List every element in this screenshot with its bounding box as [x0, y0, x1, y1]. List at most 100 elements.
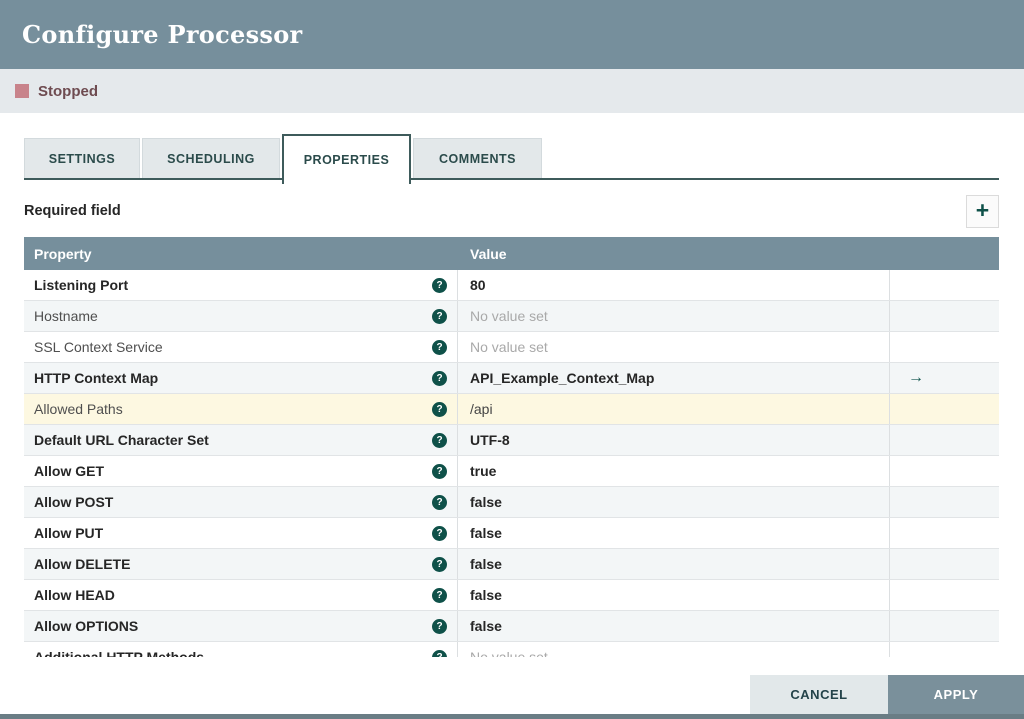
property-value[interactable]: No value set [458, 642, 890, 657]
table-row: HTTP Context Map ? API_Example_Context_M… [24, 363, 999, 394]
add-property-button[interactable]: + [966, 195, 999, 228]
dialog-content: SETTINGS SCHEDULING PROPERTIES COMMENTS … [0, 132, 1024, 657]
property-value[interactable]: UTF-8 [458, 425, 890, 455]
property-value[interactable]: false [458, 611, 890, 641]
properties-toolbar: Required field + [24, 191, 999, 231]
extra-cell [890, 549, 999, 579]
extra-cell [890, 270, 999, 300]
property-value[interactable]: true [458, 456, 890, 486]
required-field-label: Required field [24, 203, 121, 219]
table-row: Hostname ? No value set [24, 301, 999, 332]
property-value[interactable]: false [458, 549, 890, 579]
property-label: Allow POST [34, 494, 113, 510]
goto-service-icon[interactable]: → [908, 369, 924, 387]
property-column-header: Property [24, 246, 458, 262]
property-value[interactable]: No value set [458, 301, 890, 331]
extra-cell [890, 394, 999, 424]
property-label: Allow DELETE [34, 556, 130, 572]
property-label: Default URL Character Set [34, 432, 209, 448]
dialog-title: Configure Processor [22, 20, 302, 49]
property-label: Listening Port [34, 277, 128, 293]
property-cell: SSL Context Service ? [24, 332, 458, 362]
property-cell: Allowed Paths ? [24, 394, 458, 424]
table-header: Property Value [24, 237, 999, 270]
help-icon[interactable]: ? [432, 619, 447, 634]
tab-comments[interactable]: COMMENTS [413, 138, 542, 178]
properties-table: Property Value Listening Port ? 80 Hostn… [24, 237, 999, 657]
property-label: Allowed Paths [34, 401, 123, 417]
tab-comments-label: COMMENTS [439, 152, 516, 166]
extra-cell [890, 642, 999, 657]
help-icon[interactable]: ? [432, 340, 447, 355]
help-icon[interactable]: ? [432, 650, 447, 658]
extra-cell [890, 301, 999, 331]
table-row: SSL Context Service ? No value set [24, 332, 999, 363]
property-cell: Default URL Character Set ? [24, 425, 458, 455]
status-bar: Stopped [0, 69, 1024, 113]
property-cell: Listening Port ? [24, 270, 458, 300]
property-label: Hostname [34, 308, 98, 324]
help-icon[interactable]: ? [432, 278, 447, 293]
property-label: SSL Context Service [34, 339, 163, 355]
dialog-footer: CANCEL APPLY [750, 675, 1024, 714]
extra-cell [890, 518, 999, 548]
help-icon[interactable]: ? [432, 433, 447, 448]
dialog-bottom-edge [0, 714, 1024, 719]
table-row: Default URL Character Set ? UTF-8 [24, 425, 999, 456]
extra-cell [890, 332, 999, 362]
help-icon[interactable]: ? [432, 402, 447, 417]
property-value[interactable]: /api [458, 394, 890, 424]
table-row: Additional HTTP Methods ? No value set [24, 642, 999, 657]
property-value[interactable]: false [458, 518, 890, 548]
table-row: Allow PUT ? false [24, 518, 999, 549]
property-value[interactable]: false [458, 580, 890, 610]
table-row: Listening Port ? 80 [24, 270, 999, 301]
help-icon[interactable]: ? [432, 588, 447, 603]
table-row: Allow OPTIONS ? false [24, 611, 999, 642]
property-label: Allow OPTIONS [34, 618, 138, 634]
property-cell: Allow PUT ? [24, 518, 458, 548]
property-label: Additional HTTP Methods [34, 649, 204, 657]
property-label: Allow GET [34, 463, 104, 479]
dialog-header: Configure Processor [0, 0, 1024, 69]
properties-table-body: Listening Port ? 80 Hostname ? No value … [24, 270, 999, 657]
property-cell: Allow POST ? [24, 487, 458, 517]
property-cell: Allow GET ? [24, 456, 458, 486]
extra-cell [890, 456, 999, 486]
cancel-button[interactable]: CANCEL [750, 675, 888, 714]
status-label: Stopped [38, 83, 98, 100]
help-icon[interactable]: ? [432, 464, 447, 479]
extra-cell [890, 487, 999, 517]
tab-properties-label: PROPERTIES [304, 153, 390, 167]
extra-cell [890, 611, 999, 641]
help-icon[interactable]: ? [432, 309, 447, 324]
table-row: Allow HEAD ? false [24, 580, 999, 611]
table-row: Allowed Paths ? /api [24, 394, 999, 425]
stopped-status-icon [15, 84, 29, 98]
property-value[interactable]: 80 [458, 270, 890, 300]
help-icon[interactable]: ? [432, 371, 447, 386]
apply-button[interactable]: APPLY [888, 675, 1024, 714]
property-cell: Allow HEAD ? [24, 580, 458, 610]
value-column-header: Value [458, 246, 890, 262]
extra-cell [890, 425, 999, 455]
property-cell: Allow DELETE ? [24, 549, 458, 579]
extra-cell [890, 580, 999, 610]
tab-settings[interactable]: SETTINGS [24, 138, 140, 178]
property-label: Allow PUT [34, 525, 103, 541]
property-cell: Hostname ? [24, 301, 458, 331]
property-value[interactable]: false [458, 487, 890, 517]
extra-cell: → [890, 363, 999, 393]
table-row: Allow DELETE ? false [24, 549, 999, 580]
help-icon[interactable]: ? [432, 526, 447, 541]
property-value[interactable]: API_Example_Context_Map [458, 363, 890, 393]
table-row: Allow POST ? false [24, 487, 999, 518]
help-icon[interactable]: ? [432, 557, 447, 572]
tab-strip: SETTINGS SCHEDULING PROPERTIES COMMENTS [24, 132, 999, 180]
property-label: HTTP Context Map [34, 370, 158, 386]
property-value[interactable]: No value set [458, 332, 890, 362]
property-cell: Allow OPTIONS ? [24, 611, 458, 641]
tab-scheduling[interactable]: SCHEDULING [142, 138, 280, 178]
tab-properties[interactable]: PROPERTIES [282, 134, 411, 184]
help-icon[interactable]: ? [432, 495, 447, 510]
